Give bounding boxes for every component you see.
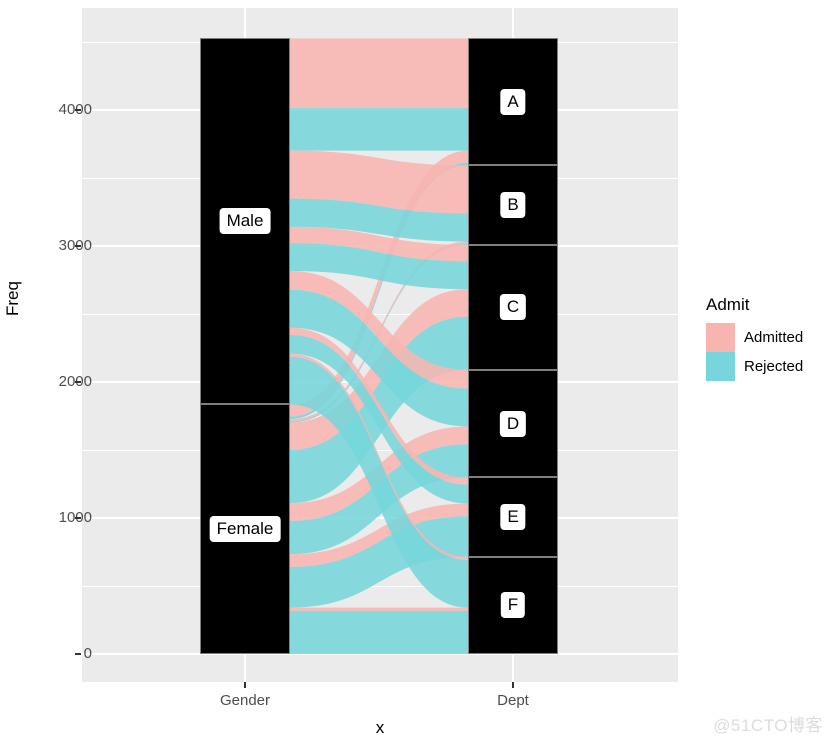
stratum-dept-d[interactable] <box>468 369 558 478</box>
y-axis-tick-mark <box>75 381 81 383</box>
plot-panel <box>82 8 678 682</box>
stratum-dept-a[interactable] <box>468 38 558 166</box>
legend-item-admitted[interactable]: Admitted <box>706 323 831 352</box>
legend-label-rejected: Rejected <box>744 357 804 375</box>
legend-item-rejected[interactable]: Rejected <box>706 352 831 381</box>
legend-key-admitted <box>706 323 735 352</box>
legend-label-admitted: Admitted <box>744 328 804 346</box>
stratum-dept-f[interactable] <box>468 556 558 654</box>
x-axis-tick-label: Gender <box>219 692 271 709</box>
legend-entries: Admitted Rejected <box>706 323 831 381</box>
y-axis-title: Freq <box>3 281 22 316</box>
stratum-dept-b[interactable] <box>468 165 558 245</box>
legend: Admit Admitted Rejected <box>706 296 831 381</box>
y-axis-tick-mark <box>75 653 81 655</box>
x-axis-tick-label: Dept <box>497 692 529 709</box>
y-axis-tick-label: 0 <box>83 645 92 662</box>
stratum-gender-male[interactable] <box>200 38 290 405</box>
stratum-dept-c[interactable] <box>468 244 558 370</box>
legend-key-rejected <box>706 352 735 381</box>
stratum-dept-e[interactable] <box>468 477 558 557</box>
legend-title: Admit <box>706 295 750 314</box>
x-axis-tick-mark <box>512 682 514 688</box>
x-axis-tick-mark <box>244 682 246 688</box>
alluvial-plot: 0 1000 2000 3000 4000 Gender Dept Male Female A B… <box>0 0 835 744</box>
strata-layer <box>82 8 678 682</box>
y-axis-tick-mark <box>75 109 81 111</box>
watermark: @51CTO博客 <box>713 716 823 735</box>
stratum-gender-female[interactable] <box>200 404 290 654</box>
y-axis-tick-mark <box>75 517 81 519</box>
y-axis-tick-mark <box>75 245 81 247</box>
x-axis-title: x <box>375 718 385 737</box>
